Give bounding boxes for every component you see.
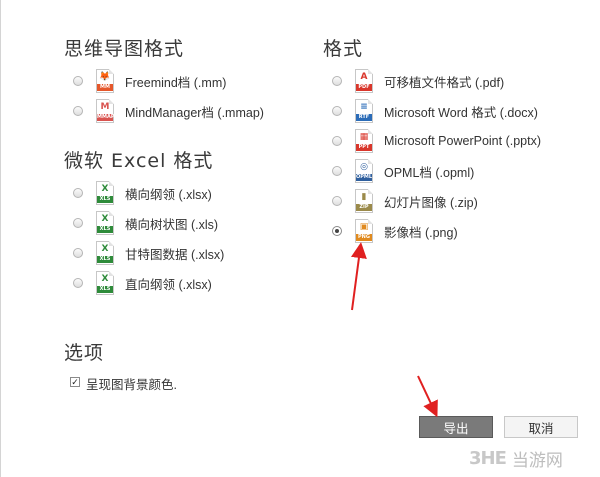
excel-file-icon: X XLS <box>96 241 114 265</box>
format-option-label[interactable]: 影像档 (.png) <box>384 222 458 241</box>
format-option-label[interactable]: 横向树状图 (.xls) <box>125 214 218 233</box>
format-radio[interactable] <box>73 106 83 116</box>
format-option-label[interactable]: 幻灯片图像 (.zip) <box>384 192 478 211</box>
cancel-button[interactable]: 取消 <box>504 416 578 438</box>
format-radio[interactable] <box>332 196 342 206</box>
watermark: 3HE 当游网 <box>469 446 563 471</box>
format-option[interactable]: ◎ OPML OPML档 (.opml) <box>332 158 474 184</box>
format-option-label[interactable]: MindManager档 (.mmap) <box>125 102 264 121</box>
format-radio[interactable] <box>73 278 83 288</box>
format-title: 格式 <box>323 38 364 60</box>
format-option[interactable]: ▮ ZIP 幻灯片图像 (.zip) <box>332 188 478 214</box>
zip-file-icon: ▮ ZIP <box>355 189 373 213</box>
mindmap-format-title: 思维导图格式 <box>64 38 185 60</box>
format-radio[interactable] <box>332 76 342 86</box>
background-color-checkbox[interactable]: ✓ <box>70 377 80 387</box>
format-option-label[interactable]: 横向纲领 (.xlsx) <box>125 184 212 203</box>
format-radio[interactable] <box>73 248 83 258</box>
format-option-label[interactable]: Microsoft Word 格式 (.docx) <box>384 102 538 121</box>
format-option[interactable]: ▣ PNG 影像档 (.png) <box>332 218 458 244</box>
format-option-label[interactable]: OPML档 (.opml) <box>384 162 474 181</box>
format-option-label[interactable]: 甘特图数据 (.xlsx) <box>125 244 224 263</box>
watermark-text: 当游网 <box>511 451 563 471</box>
format-radio[interactable] <box>73 188 83 198</box>
excel-file-icon: X XLS <box>96 181 114 205</box>
watermark-logo: 3HE <box>469 448 507 469</box>
format-option-label[interactable]: Microsoft PowerPoint (.pptx) <box>384 134 541 148</box>
pdf-file-icon: A PDF <box>355 69 373 93</box>
format-radio[interactable] <box>73 76 83 86</box>
arrow-to-png-option <box>351 242 367 311</box>
background-color-checkbox-label[interactable]: 呈现图背景颜色. <box>86 374 177 393</box>
format-radio[interactable] <box>332 226 342 236</box>
format-option[interactable]: ≡ RTF Microsoft Word 格式 (.docx) <box>332 98 538 124</box>
powerpoint-file-icon: ▦ PPT <box>355 129 373 153</box>
format-option[interactable]: X XLS 横向纲领 (.xlsx) <box>73 180 212 206</box>
format-radio[interactable] <box>73 218 83 228</box>
format-option[interactable]: X XLS 直向纲领 (.xlsx) <box>73 270 212 296</box>
format-radio[interactable] <box>332 136 342 146</box>
format-option-label[interactable]: 可移植文件格式 (.pdf) <box>384 72 504 91</box>
format-option-label[interactable]: Freemind档 (.mm) <box>125 72 226 91</box>
format-radio[interactable] <box>332 106 342 116</box>
format-option[interactable]: X XLS 甘特图数据 (.xlsx) <box>73 240 224 266</box>
format-option[interactable]: A PDF 可移植文件格式 (.pdf) <box>332 68 504 94</box>
excel-file-icon: X XLS <box>96 271 114 295</box>
window-left-border <box>0 0 1 477</box>
excel-format-title: 微软 Excel 格式 <box>64 150 214 172</box>
word-file-icon: ≡ RTF <box>355 99 373 123</box>
format-option[interactable]: M MMAP MindManager档 (.mmap) <box>73 98 264 124</box>
format-radio[interactable] <box>332 166 342 176</box>
excel-file-icon: X XLS <box>96 211 114 235</box>
mindmanager-file-icon: M MMAP <box>96 99 115 123</box>
format-option[interactable]: X XLS 横向树状图 (.xls) <box>73 210 218 236</box>
export-button[interactable]: 导出 <box>419 416 493 438</box>
options-title: 选项 <box>64 342 105 364</box>
opml-file-icon: ◎ OPML <box>355 159 373 183</box>
arrow-to-export-button <box>417 375 438 418</box>
format-option-label[interactable]: 直向纲领 (.xlsx) <box>125 274 212 293</box>
png-file-icon: ▣ PNG <box>355 219 373 243</box>
freemind-file-icon: 🦊 MM <box>96 69 114 93</box>
format-option[interactable]: 🦊 MM Freemind档 (.mm) <box>73 68 226 94</box>
format-option[interactable]: ▦ PPT Microsoft PowerPoint (.pptx) <box>332 128 541 154</box>
